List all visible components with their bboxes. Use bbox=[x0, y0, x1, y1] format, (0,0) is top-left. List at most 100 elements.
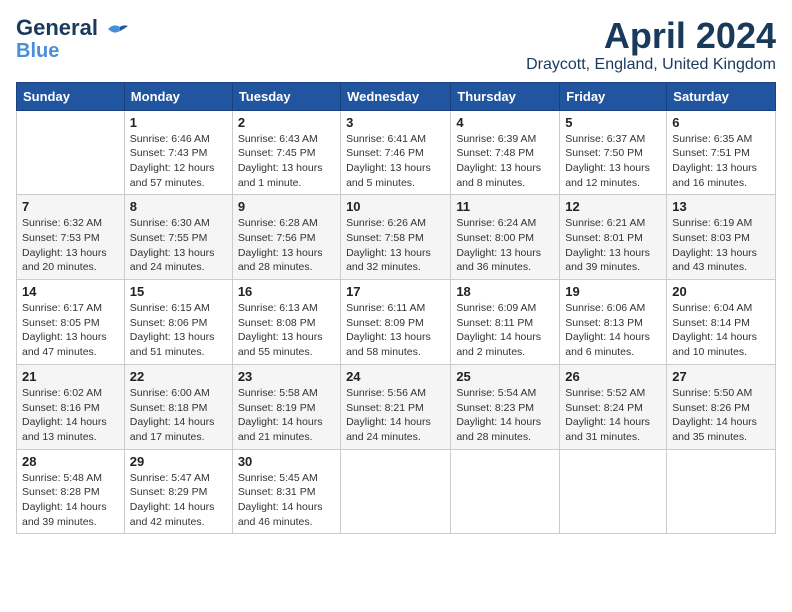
day-info: Sunrise: 6:00 AM Sunset: 8:18 PM Dayligh… bbox=[130, 386, 227, 445]
day-number: 9 bbox=[238, 199, 335, 214]
logo-blue: Blue bbox=[16, 40, 59, 62]
calendar-cell: 3 Sunrise: 6:41 AM Sunset: 7:46 PM Daylig… bbox=[341, 110, 451, 195]
day-info: Sunrise: 6:39 AM Sunset: 7:48 PM Dayligh… bbox=[456, 132, 554, 191]
calendar-cell: 24Sunrise: 5:56 AM Sunset: 8:21 PM Dayli… bbox=[341, 364, 451, 449]
bird-icon bbox=[106, 21, 128, 37]
day-number: 1 bbox=[130, 115, 227, 130]
calendar-cell: 13 Sunrise: 6:19 AM Sunset: 8:03 PM Dayli… bbox=[667, 195, 776, 280]
day-number: 19 bbox=[565, 284, 661, 299]
calendar-cell: 6Sunrise: 6:35 AM Sunset: 7:51 PM Daylig… bbox=[667, 110, 776, 195]
weekday-header-row: SundayMondayTuesdayWednesdayThursdayFrid… bbox=[17, 82, 776, 110]
day-info: Sunrise: 6:21 AM Sunset: 8:01 PM Dayligh… bbox=[565, 216, 661, 275]
day-info: Sunrise: 6:09 AM Sunset: 8:11 PM Dayligh… bbox=[456, 301, 554, 360]
day-number: 10 bbox=[346, 199, 445, 214]
day-number: 11 bbox=[456, 199, 554, 214]
calendar-cell: 2 Sunrise: 6:43 AM Sunset: 7:45 PM Daylig… bbox=[232, 110, 340, 195]
calendar-cell: 8 Sunrise: 6:30 AM Sunset: 7:55 PM Daylig… bbox=[124, 195, 232, 280]
day-info: Sunrise: 5:50 AM Sunset: 8:26 PM Dayligh… bbox=[672, 386, 770, 445]
day-number: 6 bbox=[672, 115, 770, 130]
day-number: 12 bbox=[565, 199, 661, 214]
day-number: 2 bbox=[238, 115, 335, 130]
week-row-2: 7 Sunrise: 6:32 AM Sunset: 7:53 PM Daylig… bbox=[17, 195, 776, 280]
page-header: General Blue April 2024 Draycott, Englan… bbox=[16, 16, 776, 74]
day-info: Sunrise: 6:37 AM Sunset: 7:50 PM Dayligh… bbox=[565, 132, 661, 191]
calendar-cell: 17Sunrise: 6:11 AM Sunset: 8:09 PM Dayli… bbox=[341, 280, 451, 365]
day-info: Sunrise: 5:56 AM Sunset: 8:21 PM Dayligh… bbox=[346, 386, 445, 445]
day-info: Sunrise: 6:28 AM Sunset: 7:56 PM Dayligh… bbox=[238, 216, 335, 275]
day-number: 15 bbox=[130, 284, 227, 299]
day-number: 16 bbox=[238, 284, 335, 299]
calendar-cell: 25 Sunrise: 5:54 AM Sunset: 8:23 PM Dayli… bbox=[451, 364, 560, 449]
day-info: Sunrise: 6:30 AM Sunset: 7:55 PM Dayligh… bbox=[130, 216, 227, 275]
day-number: 3 bbox=[346, 115, 445, 130]
day-number: 22 bbox=[130, 369, 227, 384]
week-row-3: 14 Sunrise: 6:17 AM Sunset: 8:05 PM Dayli… bbox=[17, 280, 776, 365]
calendar-cell: 27 Sunrise: 5:50 AM Sunset: 8:26 PM Dayli… bbox=[667, 364, 776, 449]
weekday-saturday: Saturday bbox=[667, 82, 776, 110]
day-info: Sunrise: 5:47 AM Sunset: 8:29 PM Dayligh… bbox=[130, 471, 227, 530]
day-number: 23 bbox=[238, 369, 335, 384]
day-number: 27 bbox=[672, 369, 770, 384]
day-info: Sunrise: 6:15 AM Sunset: 8:06 PM Dayligh… bbox=[130, 301, 227, 360]
calendar-cell bbox=[667, 449, 776, 534]
calendar-cell: 9 Sunrise: 6:28 AM Sunset: 7:56 PM Daylig… bbox=[232, 195, 340, 280]
day-number: 25 bbox=[456, 369, 554, 384]
calendar-cell: 20 Sunrise: 6:04 AM Sunset: 8:14 PM Dayli… bbox=[667, 280, 776, 365]
calendar-cell: 18 Sunrise: 6:09 AM Sunset: 8:11 PM Dayli… bbox=[451, 280, 560, 365]
day-info: Sunrise: 6:41 AM Sunset: 7:46 PM Dayligh… bbox=[346, 132, 445, 191]
calendar-cell: 30 Sunrise: 5:45 AM Sunset: 8:31 PM Dayli… bbox=[232, 449, 340, 534]
week-row-4: 21 Sunrise: 6:02 AM Sunset: 8:16 PM Dayli… bbox=[17, 364, 776, 449]
calendar-cell: 15 Sunrise: 6:15 AM Sunset: 8:06 PM Dayli… bbox=[124, 280, 232, 365]
day-number: 5 bbox=[565, 115, 661, 130]
weekday-monday: Monday bbox=[124, 82, 232, 110]
day-number: 30 bbox=[238, 454, 335, 469]
day-number: 20 bbox=[672, 284, 770, 299]
weekday-friday: Friday bbox=[560, 82, 667, 110]
day-number: 28 bbox=[22, 454, 119, 469]
day-info: Sunrise: 6:17 AM Sunset: 8:05 PM Dayligh… bbox=[22, 301, 119, 360]
calendar-cell bbox=[17, 110, 125, 195]
calendar-body: 1Sunrise: 6:46 AM Sunset: 7:43 PM Daylig… bbox=[17, 110, 776, 534]
calendar-cell: 1Sunrise: 6:46 AM Sunset: 7:43 PM Daylig… bbox=[124, 110, 232, 195]
day-number: 13 bbox=[672, 199, 770, 214]
calendar-cell: 5 Sunrise: 6:37 AM Sunset: 7:50 PM Daylig… bbox=[560, 110, 667, 195]
day-info: Sunrise: 6:13 AM Sunset: 8:08 PM Dayligh… bbox=[238, 301, 335, 360]
calendar-cell: 16 Sunrise: 6:13 AM Sunset: 8:08 PM Dayli… bbox=[232, 280, 340, 365]
day-number: 29 bbox=[130, 454, 227, 469]
day-info: Sunrise: 6:32 AM Sunset: 7:53 PM Dayligh… bbox=[22, 216, 119, 275]
calendar-cell: 11 Sunrise: 6:24 AM Sunset: 8:00 PM Dayli… bbox=[451, 195, 560, 280]
day-info: Sunrise: 6:04 AM Sunset: 8:14 PM Dayligh… bbox=[672, 301, 770, 360]
day-info: Sunrise: 5:52 AM Sunset: 8:24 PM Dayligh… bbox=[565, 386, 661, 445]
month-title: April 2024 bbox=[526, 16, 776, 56]
weekday-sunday: Sunday bbox=[17, 82, 125, 110]
day-info: Sunrise: 6:26 AM Sunset: 7:58 PM Dayligh… bbox=[346, 216, 445, 275]
calendar-cell: 29 Sunrise: 5:47 AM Sunset: 8:29 PM Dayli… bbox=[124, 449, 232, 534]
calendar-cell: 21 Sunrise: 6:02 AM Sunset: 8:16 PM Dayli… bbox=[17, 364, 125, 449]
week-row-1: 1Sunrise: 6:46 AM Sunset: 7:43 PM Daylig… bbox=[17, 110, 776, 195]
weekday-thursday: Thursday bbox=[451, 82, 560, 110]
day-number: 18 bbox=[456, 284, 554, 299]
day-info: Sunrise: 6:02 AM Sunset: 8:16 PM Dayligh… bbox=[22, 386, 119, 445]
calendar-cell: 22 Sunrise: 6:00 AM Sunset: 8:18 PM Dayli… bbox=[124, 364, 232, 449]
day-number: 17 bbox=[346, 284, 445, 299]
day-number: 4 bbox=[456, 115, 554, 130]
day-number: 21 bbox=[22, 369, 119, 384]
calendar-cell bbox=[451, 449, 560, 534]
day-info: Sunrise: 6:24 AM Sunset: 8:00 PM Dayligh… bbox=[456, 216, 554, 275]
day-info: Sunrise: 6:43 AM Sunset: 7:45 PM Dayligh… bbox=[238, 132, 335, 191]
calendar-cell: 10 Sunrise: 6:26 AM Sunset: 7:58 PM Dayli… bbox=[341, 195, 451, 280]
calendar-cell: 12 Sunrise: 6:21 AM Sunset: 8:01 PM Dayli… bbox=[560, 195, 667, 280]
title-area: April 2024 Draycott, England, United Kin… bbox=[526, 16, 776, 74]
day-info: Sunrise: 5:45 AM Sunset: 8:31 PM Dayligh… bbox=[238, 471, 335, 530]
calendar-cell: 28 Sunrise: 5:48 AM Sunset: 8:28 PM Dayli… bbox=[17, 449, 125, 534]
day-info: Sunrise: 5:58 AM Sunset: 8:19 PM Dayligh… bbox=[238, 386, 335, 445]
day-info: Sunrise: 5:54 AM Sunset: 8:23 PM Dayligh… bbox=[456, 386, 554, 445]
calendar-cell: 14 Sunrise: 6:17 AM Sunset: 8:05 PM Dayli… bbox=[17, 280, 125, 365]
day-number: 8 bbox=[130, 199, 227, 214]
day-info: Sunrise: 6:19 AM Sunset: 8:03 PM Dayligh… bbox=[672, 216, 770, 275]
calendar-cell: 7 Sunrise: 6:32 AM Sunset: 7:53 PM Daylig… bbox=[17, 195, 125, 280]
day-number: 14 bbox=[22, 284, 119, 299]
day-number: 7 bbox=[22, 199, 119, 214]
calendar-cell: 4 Sunrise: 6:39 AM Sunset: 7:48 PM Daylig… bbox=[451, 110, 560, 195]
day-info: Sunrise: 5:48 AM Sunset: 8:28 PM Dayligh… bbox=[22, 471, 119, 530]
